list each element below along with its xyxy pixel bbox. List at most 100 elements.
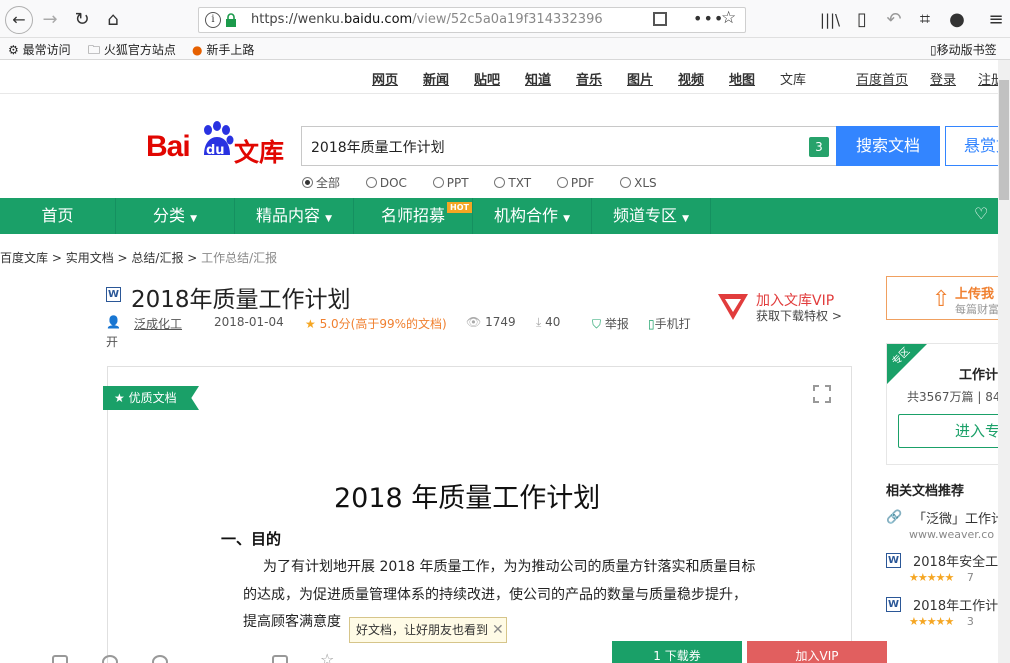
baidu-top-nav: 网页 新闻 贴吧 知道 音乐 图片 视频 地图 文库 百度首页 登录 注册: [0, 60, 1010, 94]
favorite-star-icon[interactable]: ☆: [320, 650, 334, 663]
upload-card[interactable]: ⇧ 上传我 每篇财富: [886, 276, 1010, 320]
crumb-practical[interactable]: 实用文档: [66, 251, 114, 265]
mobile-open-link[interactable]: ▯手机打: [648, 315, 691, 332]
user-icon: 👤: [106, 315, 121, 329]
crumb-wenku[interactable]: 百度文库: [0, 251, 48, 265]
bookmark-most-visited[interactable]: ⚙ 最常访问: [8, 41, 71, 58]
doc-author[interactable]: 泛成化工: [134, 315, 182, 332]
related-doc-title[interactable]: 2018年工作计: [913, 595, 998, 614]
doc-downloads: ⤓ 40: [536, 315, 561, 329]
nav-video[interactable]: 视频: [678, 69, 704, 88]
page-actions-icon[interactable]: •••: [693, 9, 724, 28]
crumb-work-summary[interactable]: 工作总结/汇报: [201, 251, 277, 265]
gnav-partners[interactable]: 机构合作 ▼: [473, 198, 592, 234]
search-button[interactable]: 搜索文档: [836, 126, 940, 166]
zoom-out-icon[interactable]: [102, 655, 118, 663]
close-icon[interactable]: ✕: [492, 618, 504, 642]
nav-images[interactable]: 图片: [627, 69, 653, 88]
nav-news[interactable]: 新闻: [423, 69, 449, 88]
related-doc-item[interactable]: W 2018年安全工 ★★★★★ 7: [886, 551, 1010, 597]
zone-badge: 专区: [887, 344, 927, 384]
shield-icon: ⛉: [592, 317, 602, 331]
nav-music[interactable]: 音乐: [576, 69, 602, 88]
doc-author-cont: 开: [106, 335, 119, 349]
search-count-badge: 3: [809, 137, 829, 157]
library-icon[interactable]: |||\: [818, 8, 842, 32]
related-doc-item[interactable]: 🔗 「泛微」工作计 www.weaver.co: [886, 508, 1010, 554]
info-icon[interactable]: i: [205, 12, 221, 28]
filter-pdf[interactable]: PDF: [556, 176, 594, 190]
nav-map[interactable]: 地图: [729, 69, 755, 88]
gnav-channels[interactable]: 频道专区 ▼: [592, 198, 711, 234]
zone-stats: 共3567万篇 | 84: [907, 390, 1001, 404]
report-link[interactable]: ⛉ 举报: [592, 315, 629, 332]
zoom-in-icon[interactable]: [152, 655, 168, 663]
page-heading: 2018 年质量工作计划: [334, 483, 601, 514]
undo-icon[interactable]: ↶: [882, 8, 906, 32]
bookmark-firefox-site[interactable]: 🗀 火狐官方站点: [88, 41, 176, 62]
logo-bai[interactable]: Bai: [146, 130, 191, 164]
nav-baidu-home[interactable]: 百度首页: [856, 69, 908, 88]
url-bar[interactable]: i https://wenku.baidu.com/view/52c5a0a19…: [198, 7, 746, 33]
vip-diamond-icon[interactable]: ♡: [974, 204, 988, 223]
gnav-category[interactable]: 分类 ▼: [116, 198, 235, 234]
upload-arrow-icon: ⇧: [932, 287, 951, 312]
doc-title: 2018年质量工作计划: [131, 287, 351, 313]
bookmark-star-icon[interactable]: ☆: [721, 8, 736, 28]
join-vip-button[interactable]: 加入VIP: [747, 641, 887, 663]
chat-icon[interactable]: ●: [945, 8, 969, 32]
url-text: https://wenku.baidu.com/view/52c5a0a19f3…: [251, 12, 603, 27]
zone-card: 专区 工作计 共3567万篇 | 84 进入专: [886, 343, 1010, 465]
print-icon[interactable]: [272, 655, 288, 663]
download-icon: ⤓: [536, 315, 542, 329]
enter-zone-button[interactable]: 进入专: [898, 414, 1010, 448]
fullscreen-icon[interactable]: [812, 384, 832, 404]
page-scrollbar[interactable]: [998, 60, 1010, 663]
menu-icon[interactable]: ≡: [984, 8, 1008, 32]
logo-wenku[interactable]: 文库: [234, 133, 284, 169]
crumb-summary[interactable]: 总结/汇报: [131, 251, 183, 265]
bookmark-getting-started[interactable]: ● 新手上路: [192, 41, 254, 58]
nav-tieba[interactable]: 贴吧: [474, 69, 500, 88]
reload-button[interactable]: ↻: [70, 8, 94, 32]
paragraph-line: 提高顾客满意度: [243, 614, 341, 630]
related-doc-rating: ★★★★★ 7: [909, 571, 974, 584]
vip-privilege-link[interactable]: 获取下载特权 >: [756, 307, 842, 324]
breadcrumb: 百度文库 > 实用文档 > 总结/汇报 > 工作总结/汇报: [0, 251, 278, 265]
zone-title: 工作计: [959, 368, 999, 383]
related-doc-title[interactable]: 「泛微」工作计: [913, 508, 1004, 527]
nav-wenku[interactable]: 文库: [780, 69, 806, 88]
pages-icon[interactable]: [52, 655, 68, 663]
browser-toolbar: ← → ↻ ⌂ i https://wenku.baidu.com/view/5…: [0, 0, 1010, 38]
home-button[interactable]: ⌂: [101, 8, 125, 32]
related-doc-title[interactable]: 2018年安全工: [913, 551, 998, 570]
filter-ppt[interactable]: PPT: [432, 176, 469, 190]
nav-web[interactable]: 网页: [372, 69, 398, 88]
vip-logo-icon[interactable]: [716, 290, 750, 322]
nav-zhidao[interactable]: 知道: [525, 69, 551, 88]
search-value: 2018年质量工作计划: [311, 140, 445, 156]
sidebar-icon[interactable]: ▯: [850, 8, 874, 32]
gnav-home[interactable]: 首页: [0, 198, 116, 234]
link-icon: 🔗: [886, 510, 903, 525]
back-button[interactable]: ←: [5, 6, 33, 34]
search-input[interactable]: 2018年质量工作计划 3: [301, 126, 837, 166]
scrollbar-thumb[interactable]: [999, 80, 1009, 200]
caret-down-icon: ▼: [325, 214, 333, 224]
logo-paw-icon[interactable]: du: [200, 121, 234, 161]
forward-button[interactable]: →: [38, 8, 62, 32]
bookmark-mobile[interactable]: ▯移动版书签: [930, 41, 997, 58]
filter-txt[interactable]: TXT: [494, 176, 531, 190]
filter-doc[interactable]: DOC: [365, 176, 407, 190]
doc-date: 2018-01-04: [214, 315, 284, 329]
gnav-premium[interactable]: 精品内容 ▼: [235, 198, 354, 234]
nav-login[interactable]: 登录: [930, 69, 956, 88]
folder-icon: 🗀: [88, 43, 101, 57]
related-doc-item[interactable]: W 2018年工作计 ★★★★★ 3: [886, 595, 1010, 641]
crop-icon[interactable]: ⌗: [913, 8, 937, 32]
filter-xls[interactable]: XLS: [620, 176, 657, 190]
related-docs-heading: 相关文档推荐: [886, 484, 965, 499]
download-button[interactable]: 1 下载券: [612, 641, 742, 663]
qr-code-icon[interactable]: [653, 12, 667, 26]
filter-all[interactable]: 全部: [302, 174, 340, 191]
